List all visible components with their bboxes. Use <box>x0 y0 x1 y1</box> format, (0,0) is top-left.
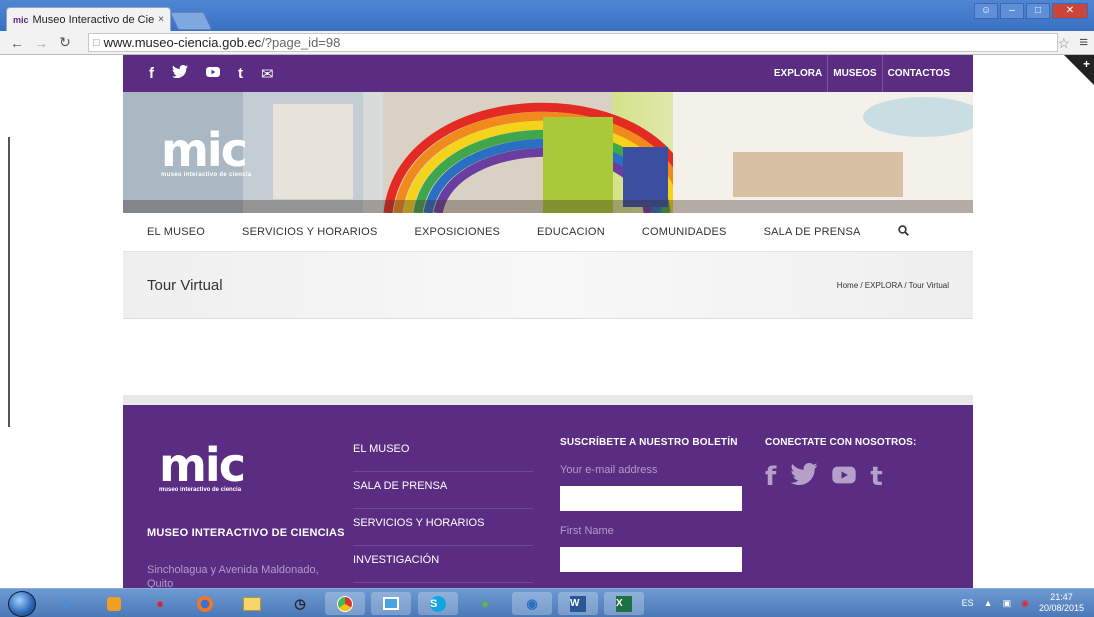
reload-icon[interactable]: ↻ <box>56 34 74 51</box>
messenger-icon[interactable]: ● <box>465 592 505 615</box>
skype-icon[interactable]: S <box>418 592 458 615</box>
youtube-icon[interactable] <box>206 65 220 83</box>
site-logo[interactable]: mic museo interactivo de ciencia <box>161 123 252 178</box>
email-icon[interactable]: ✉ <box>261 65 274 83</box>
page-title-bar: Tour Virtual Home / EXPLORA / Tour Virtu… <box>123 251 973 319</box>
language-indicator[interactable]: ES <box>962 598 974 608</box>
url-domain: www.museo-ciencia.gob.ec <box>103 35 262 50</box>
email-label: Your e-mail address <box>560 464 658 476</box>
first-name-field[interactable] <box>560 547 742 572</box>
browser-titlebar: mic Museo Interactivo de Cier × ☺ – □ ✕ <box>0 0 1094 31</box>
top-nav: EXPLORA MUSEOS CONTACTOS <box>769 55 955 92</box>
word-icon[interactable]: W <box>558 592 598 615</box>
url-path: /?page_id=98 <box>261 35 341 50</box>
tumblr-icon[interactable]: t <box>238 65 243 83</box>
main-nav: EL MUSEO SERVICIOS Y HORARIOS EXPOSICION… <box>123 213 973 251</box>
logo-mark: mic <box>161 123 248 177</box>
ie-icon[interactable]: e <box>46 592 86 615</box>
close-window-button[interactable]: ✕ <box>1052 3 1088 19</box>
footer: mic museo interactivo de ciencia MUSEO I… <box>123 405 973 588</box>
footer-logo-tagline: museo interactivo de ciencia <box>159 487 242 493</box>
left-edge-line <box>8 137 10 427</box>
twitter-icon[interactable] <box>172 64 188 83</box>
start-button[interactable] <box>8 591 36 617</box>
footer-facebook-icon[interactable]: f <box>765 462 776 492</box>
footer-logo-mark: mic <box>159 438 246 492</box>
footer-org-name: MUSEO INTERACTIVO DE CIENCIAS <box>147 527 345 539</box>
page-icon: □ <box>93 36 100 49</box>
network-app-icon[interactable]: ◉ <box>512 592 552 615</box>
footer-youtube-icon[interactable] <box>832 462 856 492</box>
footer-logo[interactable]: mic museo interactivo de ciencia <box>159 438 246 493</box>
footer-social-links: f t <box>765 462 945 492</box>
excel-icon[interactable]: X <box>604 592 644 615</box>
social-links: f t ✉ <box>149 64 274 83</box>
connect-section: CONECTATE CON NOSOTROS: f t <box>765 437 945 492</box>
browser-tab[interactable]: mic Museo Interactivo de Cier × <box>6 7 171 31</box>
clock-app-icon[interactable]: ◷ <box>280 592 320 615</box>
topnav-museos[interactable]: MUSEOS <box>827 55 881 92</box>
footer-link-el-museo[interactable]: EL MUSEO <box>353 435 533 472</box>
chrome-icon[interactable] <box>325 592 365 615</box>
minimize-button[interactable]: – <box>1000 3 1024 19</box>
footer-links: EL MUSEO SALA DE PRENSA SERVICIOS Y HORA… <box>353 435 533 583</box>
plus-icon[interactable]: + <box>1083 57 1090 71</box>
window-controls: ☺ – □ ✕ <box>974 3 1088 19</box>
facebook-icon[interactable]: f <box>149 65 154 83</box>
footer-twitter-icon[interactable] <box>790 462 818 492</box>
clock-time: 21:47 <box>1050 592 1073 602</box>
nav-el-museo[interactable]: EL MUSEO <box>147 226 205 238</box>
footer-link-investigacion[interactable]: INVESTIGACIÓN <box>353 546 533 583</box>
connect-heading: CONECTATE CON NOSOTROS: <box>765 437 917 448</box>
email-field[interactable] <box>560 486 742 511</box>
nav-comunidades[interactable]: COMUNIDADES <box>642 226 727 238</box>
back-arrow-icon[interactable]: ← <box>8 35 26 51</box>
footer-address: Sincholagua y Avenida Maldonado, Quito <box>147 564 319 588</box>
breadcrumb[interactable]: Home / EXPLORA / Tour Virtual <box>837 281 949 290</box>
first-name-label: First Name <box>560 525 614 537</box>
footer-link-servicios[interactable]: SERVICIOS Y HORARIOS <box>353 509 533 546</box>
top-bar: f t ✉ EXPLORA MUSEOS CONTACTOS <box>123 55 973 92</box>
user-icon[interactable]: ☺ <box>974 3 998 19</box>
nav-sala-de-prensa[interactable]: SALA DE PRENSA <box>764 226 861 238</box>
tab-title: Museo Interactivo de Cier <box>32 13 155 26</box>
page-viewport: + f t ✉ EXPLORA MUSEOS CONTACTOS mic mus… <box>0 55 1094 588</box>
system-tray: ES ▲ ▣ ◉ 21:47 20/08/2015 <box>962 592 1084 614</box>
pin-icon[interactable]: ● <box>140 592 180 615</box>
topnav-explora[interactable]: EXPLORA <box>769 55 827 92</box>
explorer-icon[interactable] <box>232 592 272 615</box>
browser-menu-icon[interactable]: ≡ <box>1079 34 1088 51</box>
logo-tagline: museo interactivo de ciencia <box>161 172 252 178</box>
photo-viewer-icon[interactable] <box>371 592 411 615</box>
address-toolbar: ← → ↻ □ www.museo-ciencia.gob.ec/?page_i… <box>0 31 1094 55</box>
nav-educacion[interactable]: EDUCACION <box>537 226 605 238</box>
newsletter-heading: SUSCRÍBETE A NUESTRO BOLETÍN <box>560 437 738 448</box>
address-bar[interactable]: □ www.museo-ciencia.gob.ec/?page_id=98 <box>88 33 1058 52</box>
footer-link-sala-de-prensa[interactable]: SALA DE PRENSA <box>353 472 533 509</box>
tab-favicon-icon: mic <box>13 14 29 25</box>
footer-divider <box>123 395 973 405</box>
clock-date: 20/08/2015 <box>1038 603 1084 613</box>
clock[interactable]: 21:47 20/08/2015 <box>1039 592 1084 614</box>
firefox-icon[interactable] <box>185 592 225 615</box>
security-tray-icon[interactable]: ◉ <box>1021 598 1029 609</box>
page-title: Tour Virtual <box>147 276 223 294</box>
new-tab-button[interactable] <box>169 12 213 30</box>
nav-servicios-horarios[interactable]: SERVICIOS Y HORARIOS <box>242 226 377 238</box>
nav-exposiciones[interactable]: EXPOSICIONES <box>414 226 500 238</box>
forward-arrow-icon[interactable]: → <box>32 35 50 51</box>
bookmark-star-icon[interactable]: ☆ <box>1057 35 1070 52</box>
topnav-contactos[interactable]: CONTACTOS <box>881 55 955 92</box>
footer-tumblr-icon[interactable]: t <box>870 462 882 492</box>
tab-close-icon[interactable]: × <box>158 14 164 25</box>
media-player-icon[interactable] <box>94 592 134 615</box>
maximize-button[interactable]: □ <box>1026 3 1050 19</box>
tray-arrow-icon[interactable]: ▲ <box>984 598 993 608</box>
os-taskbar: e ● ◷ S ● ◉ W X ES ▲ ▣ ◉ 21:47 20/08/201… <box>0 588 1094 617</box>
network-tray-icon[interactable]: ▣ <box>1003 598 1012 609</box>
search-icon[interactable] <box>897 225 909 239</box>
hero-banner: mic museo interactivo de ciencia <box>123 92 973 213</box>
newsletter: SUSCRÍBETE A NUESTRO BOLETÍN Your e-mail… <box>560 437 750 572</box>
